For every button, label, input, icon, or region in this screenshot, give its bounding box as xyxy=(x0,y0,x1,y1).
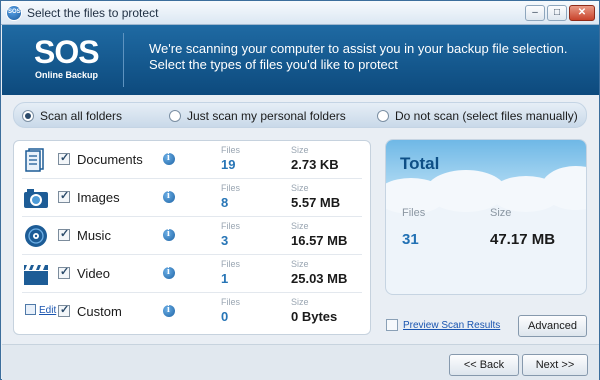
files-header: Files xyxy=(221,183,241,193)
info-icon[interactable] xyxy=(163,190,175,204)
minimize-button[interactable]: – xyxy=(525,5,545,21)
preview-icon[interactable] xyxy=(386,319,398,331)
backup-window: SOS Select the files to protect – □ ✕ SO… xyxy=(0,0,600,380)
header-banner: SOS Online Backup We're scanning your co… xyxy=(2,25,599,95)
total-panel: Total Files Size 31 47.17 MB xyxy=(385,139,587,295)
radio-selected[interactable] xyxy=(22,110,34,122)
scan-all-label: Scan all folders xyxy=(40,109,123,123)
total-size: 47.17 MB xyxy=(490,231,556,248)
camera-icon xyxy=(24,189,48,208)
radio-unselected[interactable] xyxy=(377,110,389,122)
custom-files: 0 xyxy=(221,309,229,324)
custom-size: 0 Bytes xyxy=(291,309,338,324)
total-files: 31 xyxy=(402,231,419,248)
size-header: Size xyxy=(291,259,309,269)
file-type-row-documents: Documents Files Size 19 2.73 KB xyxy=(14,141,370,179)
scan-all-option[interactable]: Scan all folders xyxy=(22,109,122,123)
footer-bar: << Back Next >> xyxy=(2,344,599,380)
total-size-label: Size xyxy=(490,207,512,219)
logo-divider xyxy=(123,33,124,87)
files-header: Files xyxy=(221,297,241,307)
file-type-row-music: Music Files Size 3 16.57 MB xyxy=(14,217,370,255)
files-header: Files xyxy=(221,145,241,155)
documents-size: 2.73 KB xyxy=(291,157,339,172)
size-header: Size xyxy=(291,297,309,307)
no-scan-label: Do not scan (select files manually) xyxy=(395,109,578,123)
sos-app-icon: SOS xyxy=(6,5,22,21)
images-size: 5.57 MB xyxy=(291,195,341,210)
scan-options-bar: Scan all folders Just scan my personal f… xyxy=(13,102,587,128)
edit-link[interactable]: Edit xyxy=(39,305,56,316)
files-header: Files xyxy=(221,221,241,231)
logo-subtitle: Online Backup xyxy=(35,70,99,80)
no-scan-option[interactable]: Do not scan (select files manually) xyxy=(377,109,578,123)
preview-scan-results-link[interactable]: Preview Scan Results xyxy=(403,320,500,331)
document-icon xyxy=(25,148,44,172)
advanced-button[interactable]: Advanced xyxy=(518,315,587,337)
scan-personal-option[interactable]: Just scan my personal folders xyxy=(169,109,346,123)
close-button[interactable]: ✕ xyxy=(569,5,595,21)
music-checkbox[interactable] xyxy=(58,227,70,241)
music-disc-icon xyxy=(25,225,47,247)
music-label: Music xyxy=(77,228,111,243)
video-size: 25.03 MB xyxy=(291,271,348,286)
music-size: 16.57 MB xyxy=(291,233,348,248)
documents-label: Documents xyxy=(77,152,143,167)
custom-checkbox[interactable] xyxy=(58,303,70,317)
window-title: Select the files to protect xyxy=(27,6,159,20)
images-label: Images xyxy=(77,190,120,205)
info-icon[interactable] xyxy=(163,152,175,166)
info-icon[interactable] xyxy=(163,304,175,318)
maximize-button[interactable]: □ xyxy=(547,5,567,21)
next-button[interactable]: Next >> xyxy=(522,354,588,376)
documents-files: 19 xyxy=(221,157,236,172)
images-files: 8 xyxy=(221,195,229,210)
scan-personal-label: Just scan my personal folders xyxy=(187,109,346,123)
size-header: Size xyxy=(291,145,309,155)
title-bar: SOS Select the files to protect – □ ✕ xyxy=(1,1,599,25)
files-header: Files xyxy=(221,259,241,269)
video-checkbox[interactable] xyxy=(58,265,70,279)
total-title: Total xyxy=(400,154,440,173)
edit-icon[interactable] xyxy=(25,304,36,315)
file-type-row-custom: Edit Custom Files Size 0 0 Bytes xyxy=(14,293,370,331)
file-type-row-video: Video Files Size 1 25.03 MB xyxy=(14,255,370,293)
logo-text: SOS xyxy=(34,34,100,70)
info-icon[interactable] xyxy=(163,266,175,280)
documents-checkbox[interactable] xyxy=(58,151,70,165)
images-checkbox[interactable] xyxy=(58,189,70,203)
total-files-label: Files xyxy=(402,207,426,219)
custom-label: Custom xyxy=(77,304,122,319)
size-header: Size xyxy=(291,221,309,231)
file-types-panel: Documents Files Size 19 2.73 KB Images F… xyxy=(13,140,371,335)
file-type-row-images: Images Files Size 8 5.57 MB xyxy=(14,179,370,217)
music-files: 3 xyxy=(221,233,229,248)
radio-unselected[interactable] xyxy=(169,110,181,122)
video-files: 1 xyxy=(221,271,229,286)
info-icon[interactable] xyxy=(163,228,175,242)
back-button[interactable]: << Back xyxy=(449,354,519,376)
banner-message: We're scanning your computer to assist y… xyxy=(149,41,568,72)
size-header: Size xyxy=(291,183,309,193)
clapperboard-icon xyxy=(24,265,48,285)
video-label: Video xyxy=(77,266,111,281)
